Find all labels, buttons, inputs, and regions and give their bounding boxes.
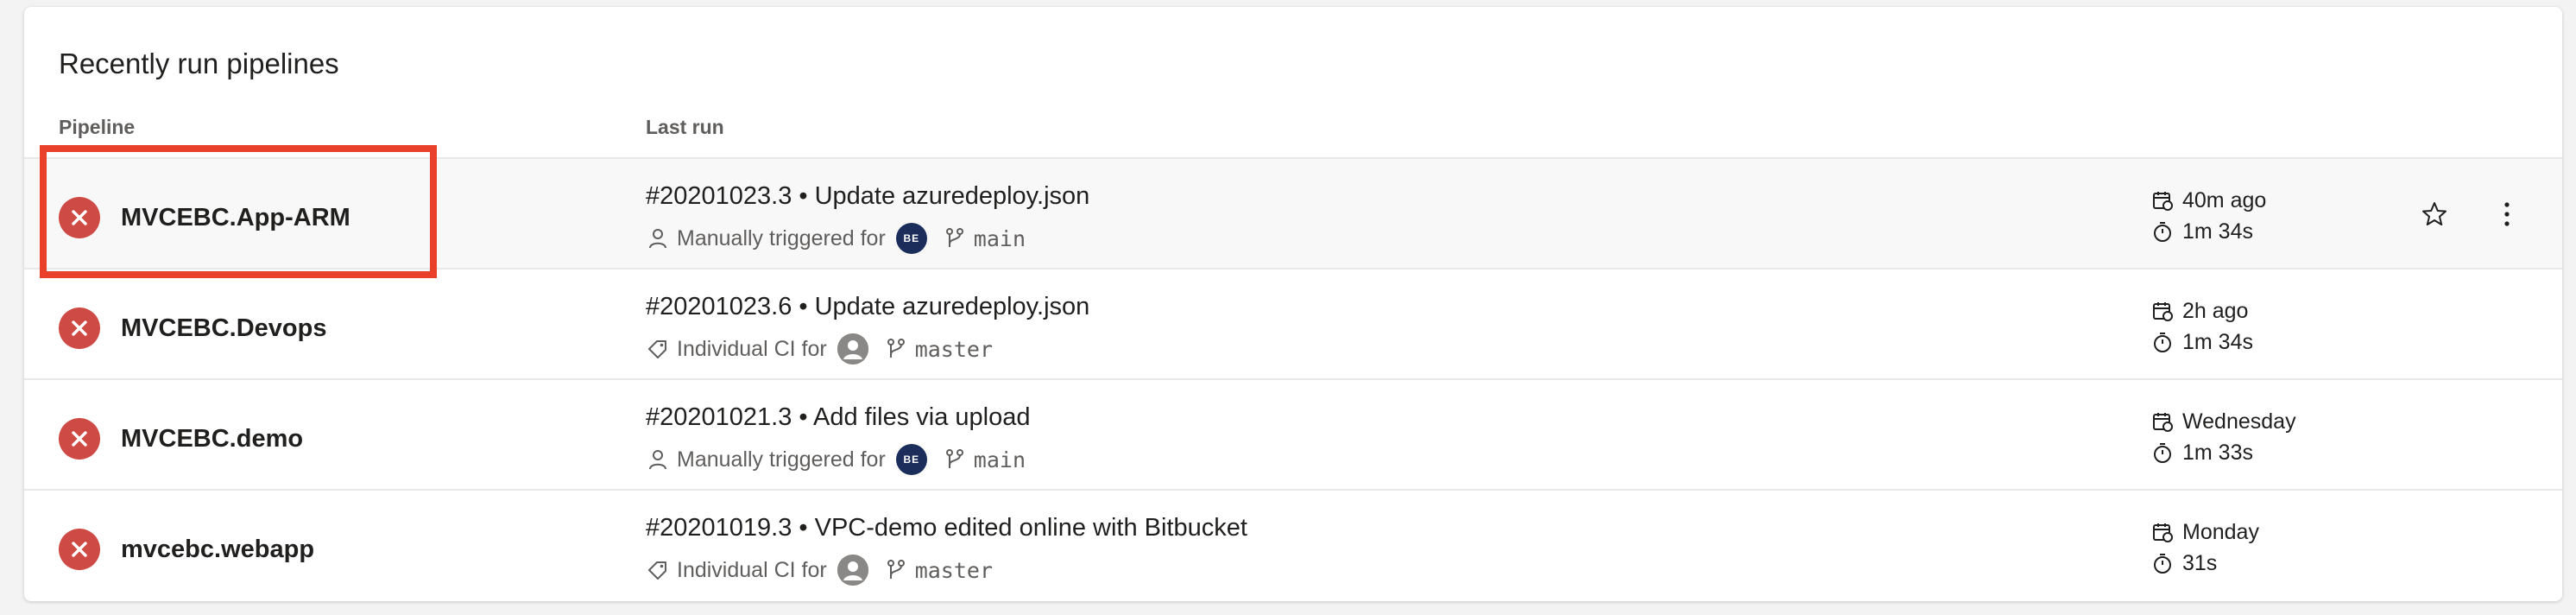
run-duration: 1m 33s <box>2182 440 2253 465</box>
failed-status-icon <box>59 529 100 570</box>
run-meta: Individual CI for master <box>646 332 993 366</box>
trigger-text: Manually triggered for <box>677 225 886 250</box>
failed-status-icon <box>59 197 100 238</box>
more-vertical-icon <box>2504 202 2510 226</box>
avatar: BE <box>895 223 927 254</box>
branch-name: master <box>914 557 994 583</box>
branch-icon <box>943 226 967 250</box>
run-timing: 2h ago 1m 34s <box>2151 295 2253 358</box>
column-header-pipeline[interactable]: Pipeline <box>59 114 135 140</box>
last-run-time: Wednesday <box>2182 409 2296 434</box>
trigger-text: Individual CI for <box>677 557 827 582</box>
failed-status-icon <box>59 418 100 460</box>
column-header-last-run[interactable]: Last run <box>646 114 724 140</box>
branch-icon <box>884 337 908 361</box>
run-meta: Individual CI for master <box>646 553 993 587</box>
run-timing: Wednesday 1m 33s <box>2151 406 2296 468</box>
pipeline-name[interactable]: MVCEBC.App-ARM <box>121 200 350 235</box>
run-duration: 1m 34s <box>2182 329 2253 354</box>
stopwatch-icon <box>2154 333 2171 352</box>
branch-name: master <box>914 336 994 362</box>
user-avatar-icon <box>837 333 868 365</box>
person-icon <box>646 447 670 472</box>
pipeline-name[interactable]: MVCEBC.Devops <box>121 311 327 346</box>
last-run-time: 2h ago <box>2182 298 2249 323</box>
run-timing: 40m ago 1m 34s <box>2151 185 2266 247</box>
pipeline-row[interactable]: MVCEBC.App-ARM #20201023.3 • Update azur… <box>24 159 2562 269</box>
user-avatar-icon <box>837 555 868 586</box>
pipeline-row[interactable]: MVCEBC.Devops #20201023.6 • Update azure… <box>24 269 2562 380</box>
run-title[interactable]: #20201023.3 • Update azuredeploy.json <box>646 180 1089 212</box>
run-title[interactable]: #20201019.3 • VPC-demo edited online wit… <box>646 511 1247 544</box>
recently-run-pipelines-card: Recently run pipelines Pipeline Last run… <box>24 7 2562 601</box>
pipeline-name[interactable]: mvcebc.webapp <box>121 532 314 567</box>
star-icon <box>2422 202 2447 225</box>
branch-name: main <box>973 225 1026 251</box>
run-meta: Manually triggered for BE main <box>646 221 1026 256</box>
branch-name: main <box>973 447 1026 472</box>
pipeline-row[interactable]: mvcebc.webapp #20201019.3 • VPC-demo edi… <box>24 491 2562 601</box>
run-title[interactable]: #20201021.3 • Add files via upload <box>646 401 1031 434</box>
tag-icon <box>646 337 670 361</box>
last-run-time: 40m ago <box>2182 187 2267 212</box>
person-icon <box>646 226 670 250</box>
run-meta: Manually triggered for BE main <box>646 442 1026 477</box>
calendar-icon <box>2153 413 2173 432</box>
branch-icon <box>884 558 908 582</box>
branch-icon <box>943 447 967 472</box>
failed-status-icon <box>59 308 100 349</box>
favorite-star-button[interactable] <box>2417 197 2452 231</box>
run-duration: 31s <box>2182 550 2218 575</box>
calendar-icon <box>2153 192 2173 211</box>
run-title[interactable]: #20201023.6 • Update azuredeploy.json <box>646 290 1089 323</box>
stopwatch-icon <box>2154 443 2171 463</box>
run-duration: 1m 34s <box>2182 219 2253 244</box>
run-timing: Monday 31s <box>2151 517 2259 579</box>
pipeline-row[interactable]: MVCEBC.demo #20201021.3 • Add files via … <box>24 380 2562 491</box>
more-actions-button[interactable] <box>2490 197 2524 231</box>
pipeline-name[interactable]: MVCEBC.demo <box>121 422 303 456</box>
trigger-text: Individual CI for <box>677 336 827 361</box>
stopwatch-icon <box>2154 554 2171 574</box>
avatar: BE <box>895 444 927 475</box>
tag-icon <box>646 558 670 582</box>
card-title: Recently run pipelines <box>59 48 339 79</box>
trigger-text: Manually triggered for <box>677 447 886 472</box>
calendar-icon <box>2153 302 2173 321</box>
last-run-time: Monday <box>2182 519 2259 544</box>
calendar-icon <box>2153 523 2173 542</box>
stopwatch-icon <box>2154 222 2171 242</box>
